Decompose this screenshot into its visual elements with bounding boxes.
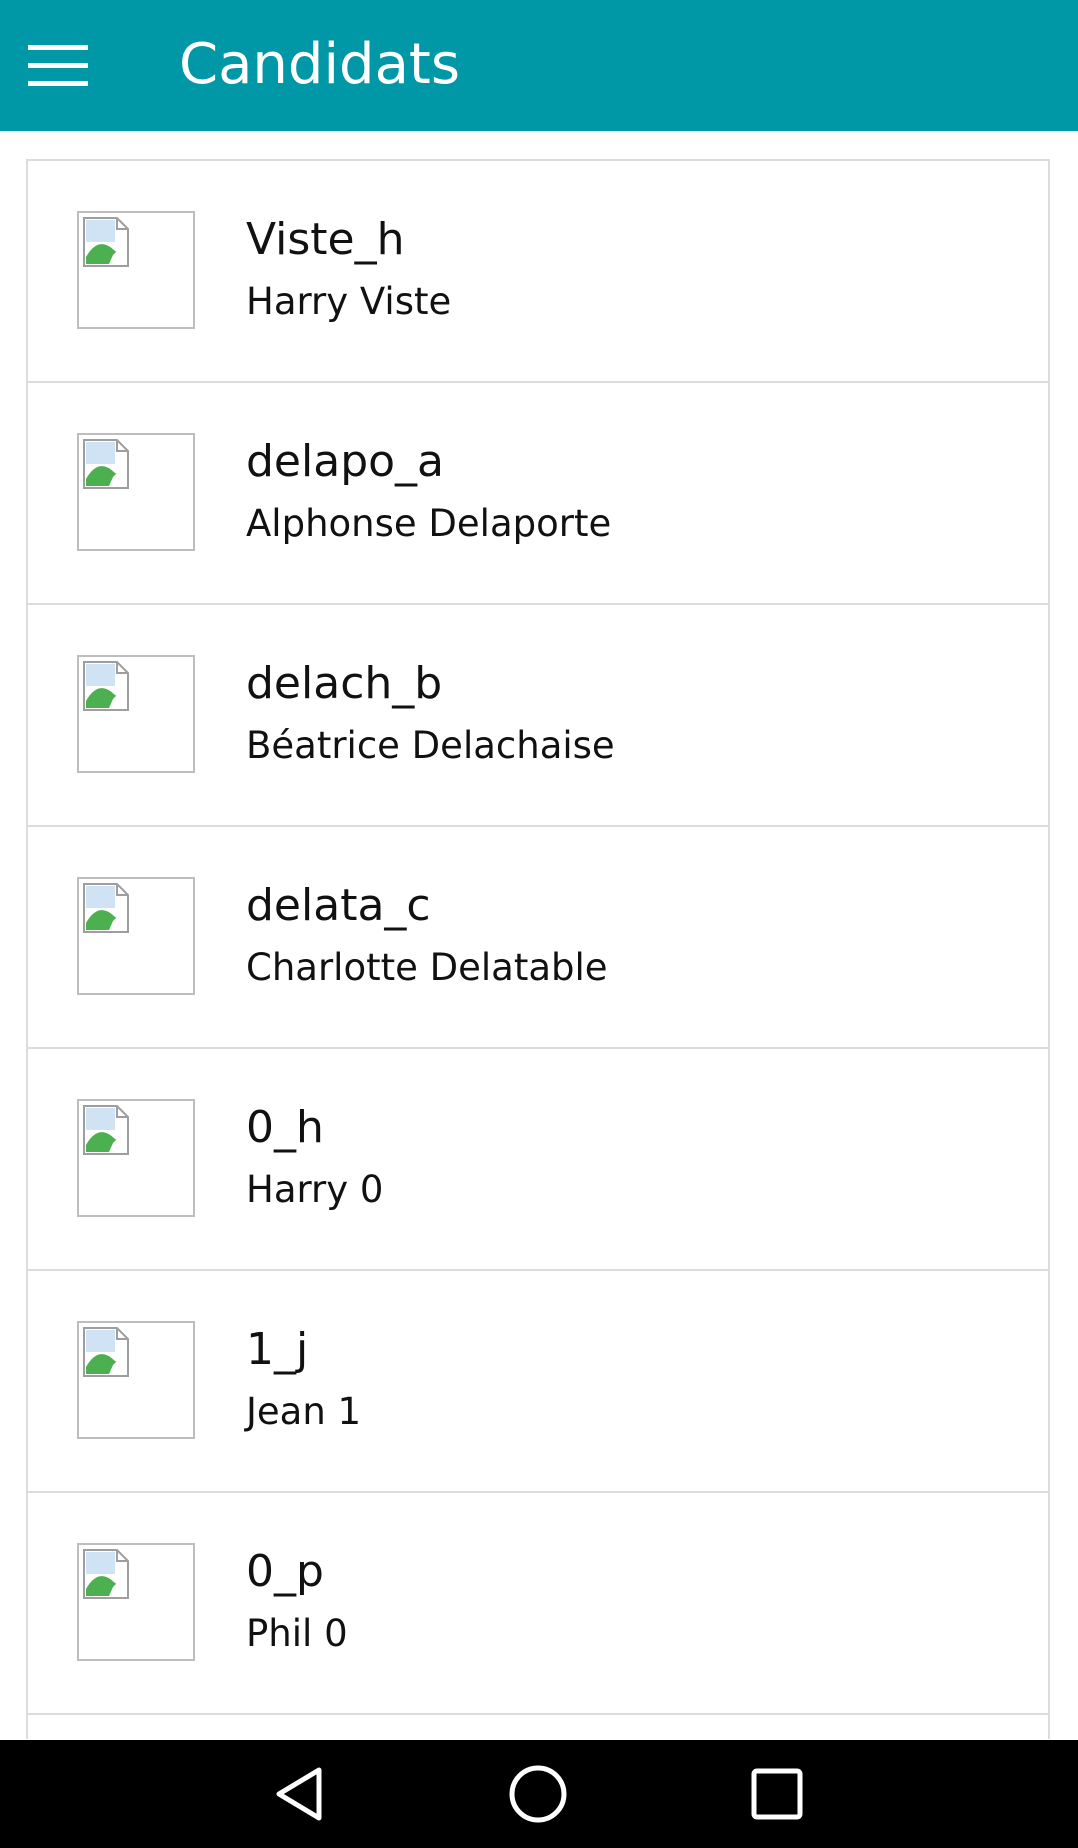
avatar xyxy=(77,655,195,773)
avatar xyxy=(77,1321,195,1439)
hamburger-menu-icon[interactable] xyxy=(28,45,88,87)
list-item[interactable]: delata_c Charlotte Delatable xyxy=(26,825,1050,1047)
back-triangle-icon xyxy=(276,1767,322,1821)
system-navigation-bar xyxy=(0,1740,1078,1848)
avatar xyxy=(77,1543,195,1661)
recents-button[interactable] xyxy=(717,1740,837,1848)
candidate-login: delapo_a xyxy=(246,436,444,487)
home-circle-icon xyxy=(509,1765,567,1823)
candidate-name: Phil 0 xyxy=(246,1612,348,1655)
candidate-login: delach_b xyxy=(246,658,443,709)
home-button[interactable] xyxy=(478,1740,598,1848)
broken-image-icon xyxy=(83,1327,129,1377)
candidate-login: Viste_h xyxy=(246,214,405,265)
candidate-name: Jean 1 xyxy=(246,1390,362,1433)
candidate-name: Béatrice Delachaise xyxy=(246,724,615,767)
broken-image-icon xyxy=(83,439,129,489)
candidate-list[interactable]: Viste_h Harry Viste delapo_a Alphonse De… xyxy=(26,159,1050,1739)
broken-image-icon xyxy=(83,1105,129,1155)
broken-image-icon xyxy=(83,1549,129,1599)
avatar xyxy=(77,433,195,551)
back-button[interactable] xyxy=(240,1740,360,1848)
candidate-name: Harry Viste xyxy=(246,280,452,323)
candidate-login: 0_p xyxy=(246,1546,324,1597)
avatar xyxy=(77,877,195,995)
avatar xyxy=(77,1099,195,1217)
list-item[interactable]: delach_b Béatrice Delachaise xyxy=(26,603,1050,825)
page-title: Candidats xyxy=(179,32,461,97)
candidate-name: Alphonse Delaporte xyxy=(246,502,612,545)
broken-image-icon xyxy=(83,217,129,267)
list-item[interactable]: delapo_a Alphonse Delaporte xyxy=(26,381,1050,603)
candidate-login: 1_j xyxy=(246,1324,309,1375)
broken-image-icon xyxy=(83,883,129,933)
candidate-name: Charlotte Delatable xyxy=(246,946,608,989)
candidate-login: 0_h xyxy=(246,1102,324,1153)
broken-image-icon xyxy=(83,661,129,711)
list-item[interactable] xyxy=(26,1713,1050,1739)
candidate-login: delata_c xyxy=(246,880,431,931)
avatar xyxy=(77,211,195,329)
list-item[interactable]: 1_j Jean 1 xyxy=(26,1269,1050,1491)
candidate-name: Harry 0 xyxy=(246,1168,384,1211)
list-item[interactable]: 0_h Harry 0 xyxy=(26,1047,1050,1269)
candidates-screen: Candidats Viste_h Harry Viste delapo_a A… xyxy=(0,0,1078,1848)
recents-square-icon xyxy=(751,1768,803,1820)
app-bar: Candidats xyxy=(0,0,1078,131)
list-item[interactable]: Viste_h Harry Viste xyxy=(26,159,1050,381)
list-item[interactable]: 0_p Phil 0 xyxy=(26,1491,1050,1713)
